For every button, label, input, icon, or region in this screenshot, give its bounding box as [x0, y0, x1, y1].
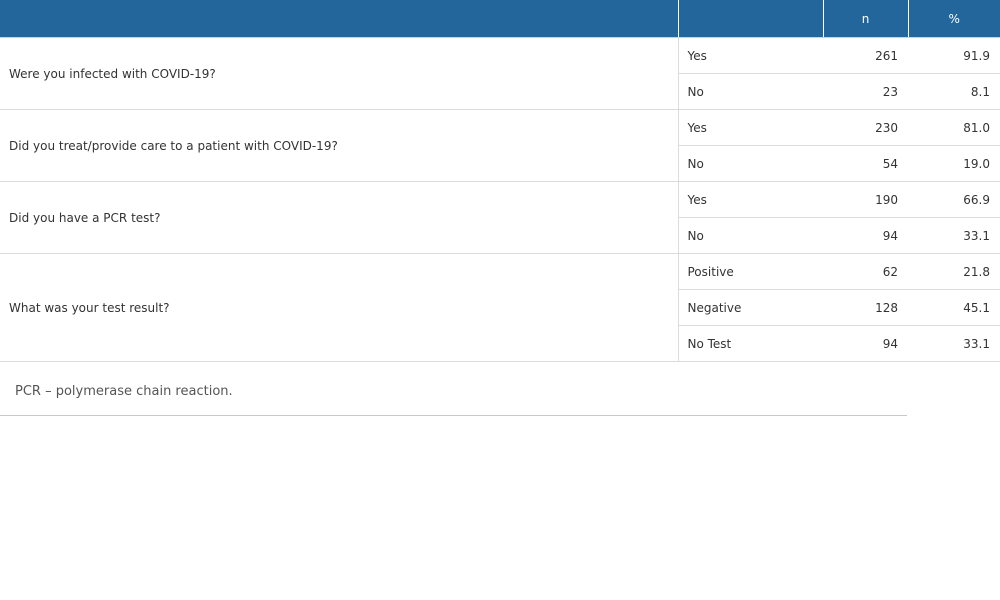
header-n: n — [823, 0, 909, 38]
answer-label: No Test — [678, 325, 823, 362]
count-cell: 261 — [823, 37, 908, 74]
percent-cell: 33.1 — [908, 325, 1000, 362]
answer-label: No — [678, 217, 823, 254]
percent-cell: 8.1 — [908, 73, 1000, 110]
header-question — [0, 0, 679, 38]
results-table: n % Were you infected with COVID-19? Yes… — [0, 0, 1000, 362]
percent-cell: 66.9 — [908, 181, 1000, 218]
table-footnote: PCR – polymerase chain reaction. — [0, 367, 907, 416]
answer-label: Positive — [678, 253, 823, 290]
count-cell: 94 — [823, 217, 908, 254]
percent-cell: 21.8 — [908, 253, 1000, 290]
answer-label: No — [678, 145, 823, 182]
answer-label: No — [678, 73, 823, 110]
table-body: Were you infected with COVID-19? Yes 261… — [0, 37, 1000, 362]
question-cell: Did you have a PCR test? — [0, 181, 679, 254]
answer-label: Yes — [678, 181, 823, 218]
percent-cell: 33.1 — [908, 217, 1000, 254]
answer-label: Negative — [678, 289, 823, 326]
table-row: What was your test result? Positive 62 2… — [0, 253, 1000, 362]
count-cell: 62 — [823, 253, 908, 290]
header-row: n % — [0, 0, 1000, 38]
question-cell: Were you infected with COVID-19? — [0, 37, 679, 110]
percent-cell: 91.9 — [908, 37, 1000, 74]
answer-label: Yes — [678, 109, 823, 146]
count-cell: 190 — [823, 181, 908, 218]
table-row: Were you infected with COVID-19? Yes 261… — [0, 37, 1000, 110]
percent-cell: 81.0 — [908, 109, 1000, 146]
percent-cell: 19.0 — [908, 145, 1000, 182]
count-cell: 54 — [823, 145, 908, 182]
header-answer — [678, 0, 824, 38]
question-cell: Did you treat/provide care to a patient … — [0, 109, 679, 182]
table-row: Did you treat/provide care to a patient … — [0, 109, 1000, 182]
header-percent: % — [908, 0, 1000, 38]
question-cell: What was your test result? — [0, 253, 679, 362]
count-cell: 230 — [823, 109, 908, 146]
table-row: Did you have a PCR test? Yes 190 66.9 — [0, 181, 1000, 254]
count-cell: 23 — [823, 73, 908, 110]
count-cell: 94 — [823, 325, 908, 362]
percent-cell: 45.1 — [908, 289, 1000, 326]
answer-label: Yes — [678, 37, 823, 74]
count-cell: 128 — [823, 289, 908, 326]
table-header: n % — [0, 0, 1000, 38]
